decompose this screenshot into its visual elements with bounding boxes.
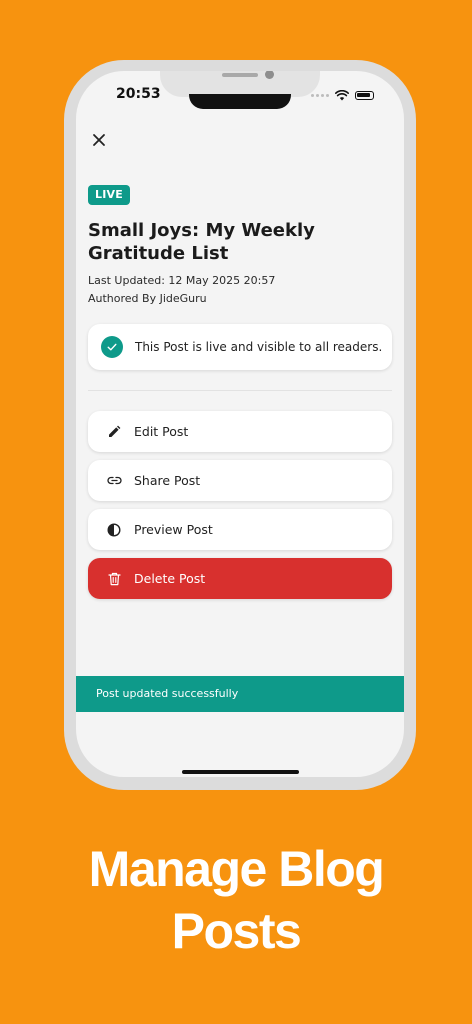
status-badge: LIVE	[88, 185, 130, 205]
close-icon	[93, 134, 105, 146]
wifi-icon	[335, 89, 349, 100]
front-camera	[265, 71, 274, 79]
headline-line-1: Manage Blog	[88, 841, 385, 897]
post-title: Small Joys: My Weekly Gratitude List	[88, 220, 315, 264]
delete-post-label: Delete Post	[134, 571, 206, 586]
status-icons	[311, 89, 374, 101]
check-icon	[101, 336, 123, 358]
app-screen: 20:53 LIVE Small Joys: My Weekly Gratitu…	[76, 71, 404, 777]
speaker-grille	[222, 73, 258, 77]
battery-icon	[355, 90, 374, 100]
live-notice: This Post is live and visible to all rea…	[88, 324, 392, 370]
signal-icon	[311, 93, 329, 97]
edit-post-label: Edit Post	[134, 424, 189, 439]
last-updated: Last Updated: 12 May 2025 20:57	[88, 274, 276, 287]
headline-line-2: Posts	[171, 903, 302, 959]
contrast-icon	[106, 522, 122, 538]
promo-headline: Manage Blog Posts	[0, 838, 472, 962]
dynamic-island	[189, 94, 291, 109]
trash-icon	[106, 571, 122, 587]
divider	[88, 390, 392, 391]
post-author: Authored By JideGuru	[88, 292, 207, 305]
link-icon	[106, 473, 122, 489]
share-post-label: Share Post	[134, 473, 201, 488]
snackbar: Post updated successfully	[76, 676, 404, 712]
share-post-button[interactable]: Share Post	[88, 460, 392, 501]
preview-post-label: Preview Post	[134, 522, 213, 537]
delete-post-button[interactable]: Delete Post	[88, 558, 392, 599]
notice-text: This Post is live and visible to all rea…	[135, 340, 383, 354]
status-time: 20:53	[116, 86, 161, 102]
close-button[interactable]	[88, 129, 110, 151]
home-indicator	[182, 770, 299, 774]
edit-post-button[interactable]: Edit Post	[88, 411, 392, 452]
preview-post-button[interactable]: Preview Post	[88, 509, 392, 550]
pencil-icon	[106, 424, 122, 440]
